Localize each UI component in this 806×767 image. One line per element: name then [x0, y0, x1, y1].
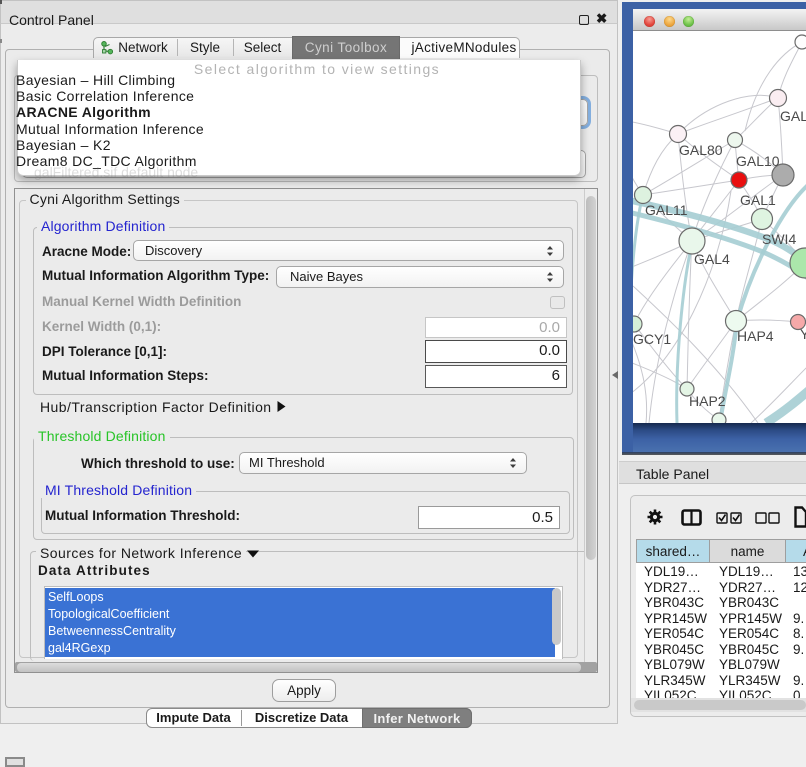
- svg-text:GCY1: GCY1: [633, 331, 671, 347]
- svg-text:GAL4: GAL4: [694, 251, 730, 267]
- svg-text:HAP4: HAP4: [737, 328, 774, 344]
- svg-text:GAL80: GAL80: [679, 142, 723, 158]
- svg-text:Y: Y: [800, 326, 806, 342]
- svg-text:HAP2: HAP2: [689, 393, 726, 409]
- svg-text:GAL: GAL: [780, 108, 806, 124]
- svg-text:GAL11: GAL11: [645, 202, 688, 218]
- svg-text:SWI4: SWI4: [762, 231, 796, 247]
- svg-text:GAL1: GAL1: [740, 192, 776, 208]
- svg-text:GAL10: GAL10: [736, 153, 780, 169]
